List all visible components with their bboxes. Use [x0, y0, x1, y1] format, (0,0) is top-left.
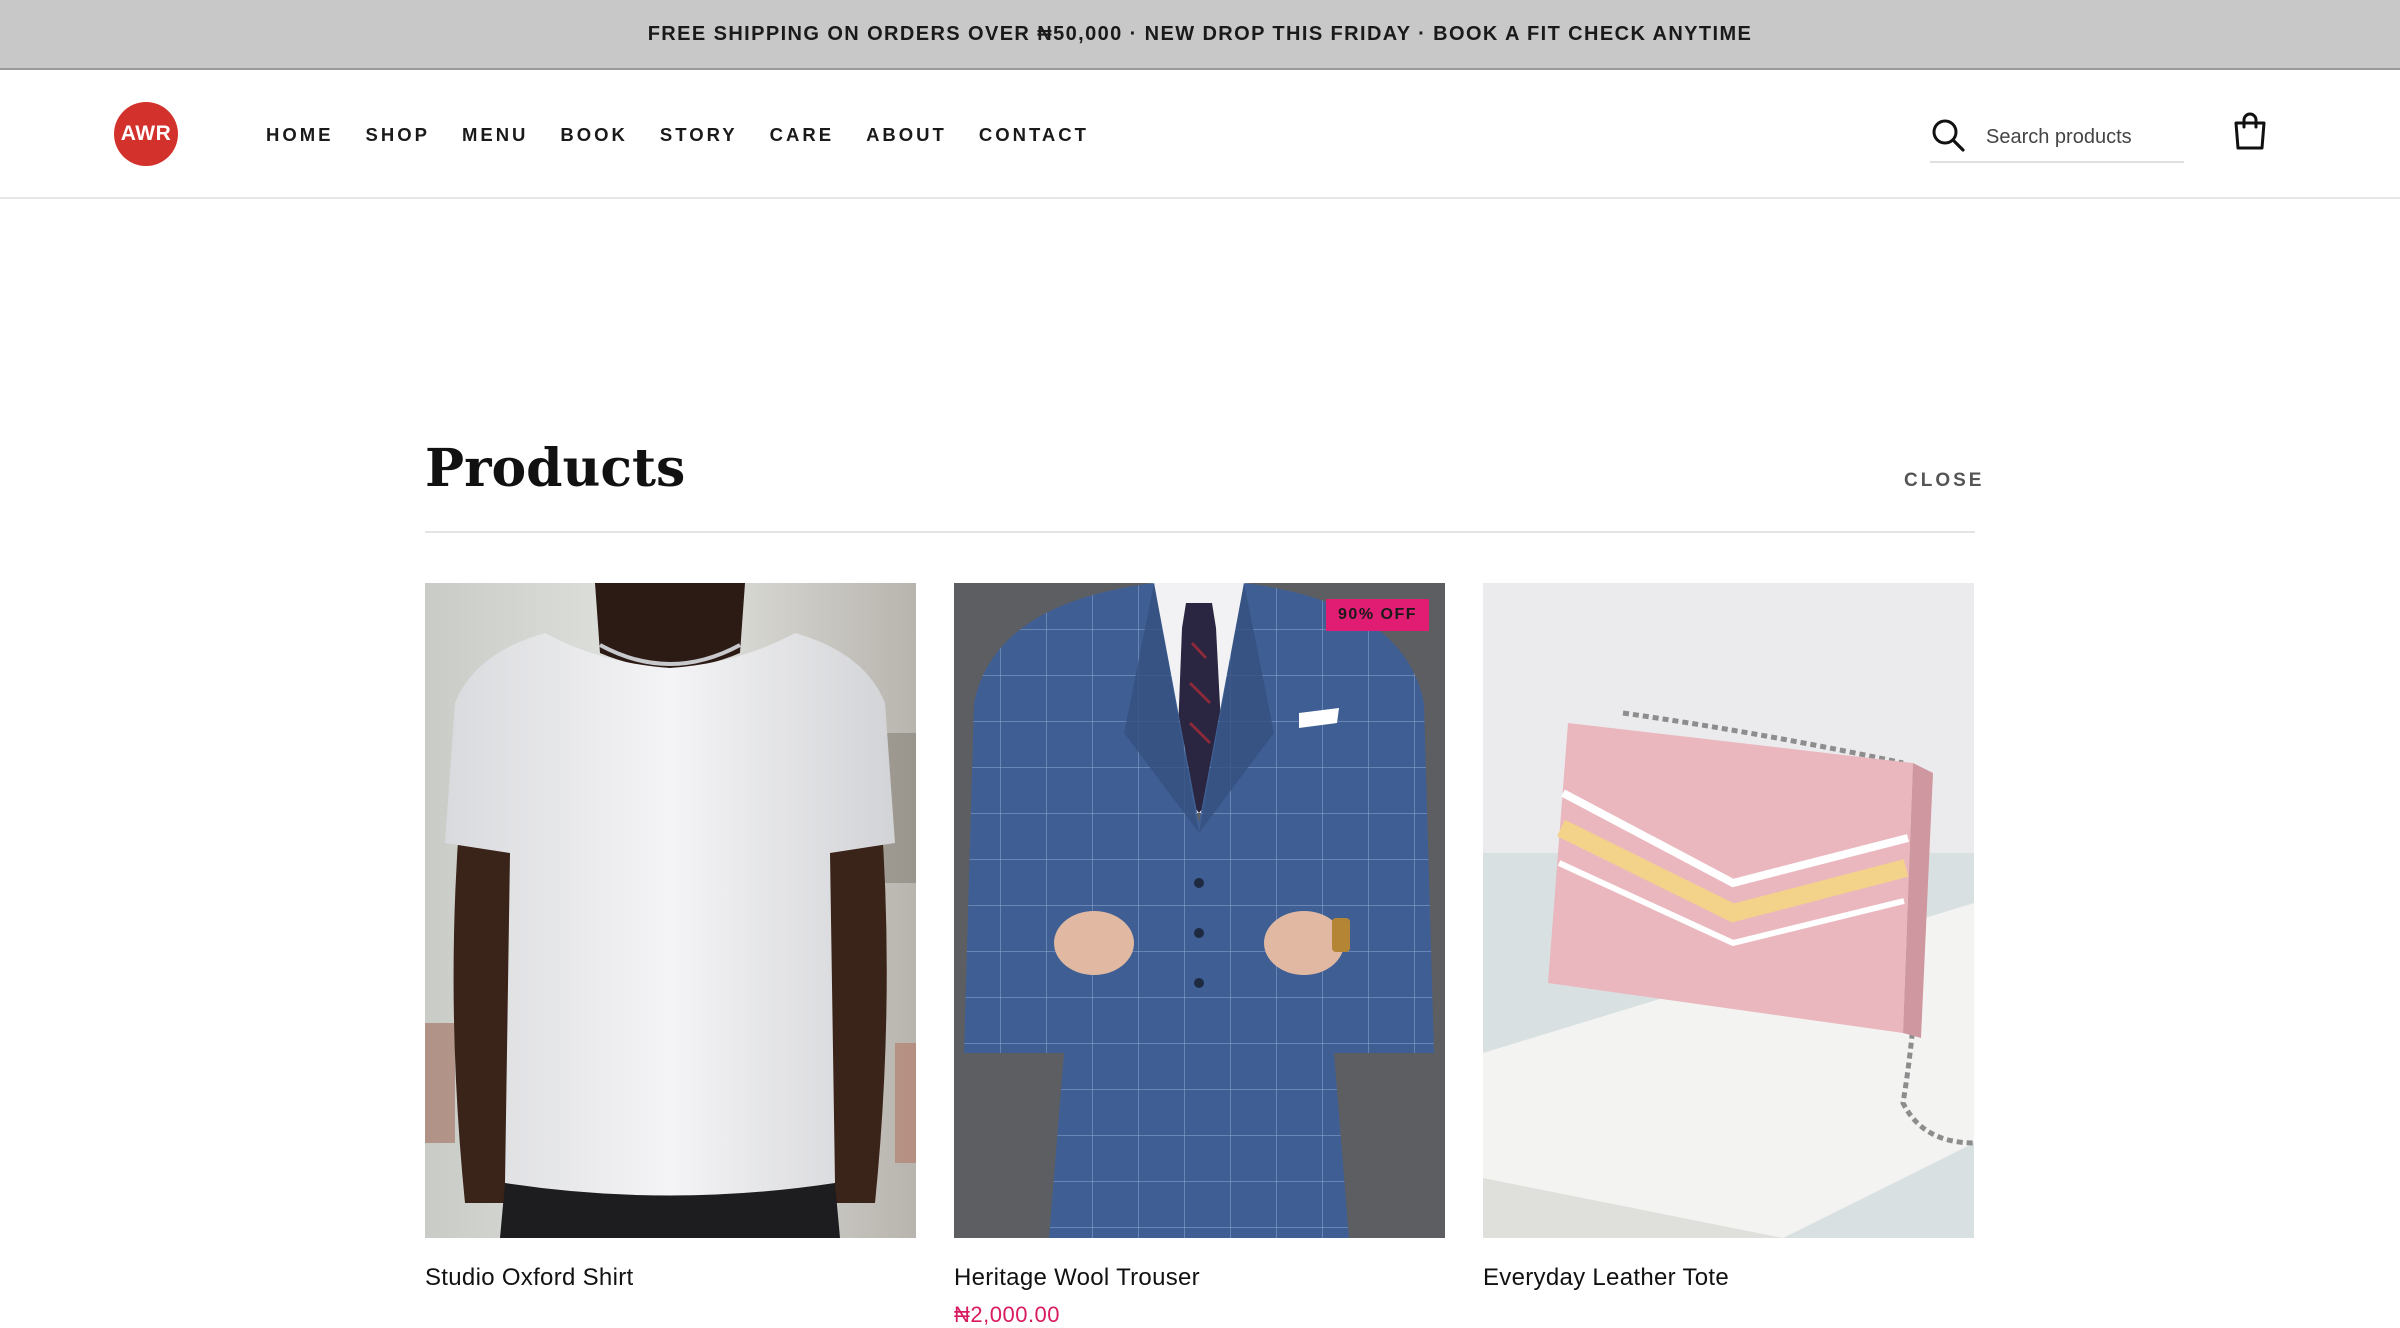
- announcement-text: FREE SHIPPING ON ORDERS OVER ₦50,000 · N…: [647, 22, 1753, 45]
- nav-care[interactable]: CARE: [770, 124, 834, 146]
- divider: [425, 531, 1975, 533]
- product-card[interactable]: Everyday Leather Tote: [1483, 583, 1974, 1292]
- page-title: Products: [425, 438, 686, 499]
- product-name[interactable]: Everyday Leather Tote: [1483, 1264, 1974, 1292]
- discount-badge: 90% OFF: [1326, 599, 1429, 631]
- product-card[interactable]: Studio Oxford Shirt: [425, 583, 916, 1292]
- nav-menu[interactable]: MENU: [462, 124, 528, 146]
- nav-book[interactable]: BOOK: [560, 124, 628, 146]
- search-input[interactable]: [1986, 125, 2176, 149]
- nav-shop[interactable]: SHOP: [366, 124, 430, 146]
- main-nav: HOME SHOP MENU BOOK STORY CARE ABOUT CON…: [266, 71, 1121, 199]
- search-icon[interactable]: [1930, 117, 1966, 158]
- close-button[interactable]: CLOSE: [1904, 470, 1984, 492]
- search-box: [1930, 113, 2184, 163]
- product-card[interactable]: 90% OFF Heritage Wool Trouser ₦2,000.00: [954, 583, 1445, 1328]
- shopping-bag-icon[interactable]: [2232, 111, 2268, 151]
- product-image-suit[interactable]: 90% OFF: [954, 583, 1445, 1238]
- nav-about[interactable]: ABOUT: [866, 124, 947, 146]
- product-name[interactable]: Heritage Wool Trouser: [954, 1264, 1445, 1292]
- logo-text: AWR: [120, 122, 172, 145]
- product-name[interactable]: Studio Oxford Shirt: [425, 1264, 916, 1292]
- announcement-bar: FREE SHIPPING ON ORDERS OVER ₦50,000 · N…: [0, 0, 2400, 70]
- product-image-tshirt[interactable]: [425, 583, 916, 1238]
- nav-story[interactable]: STORY: [660, 124, 738, 146]
- product-image-handbag[interactable]: [1483, 583, 1974, 1238]
- nav-contact[interactable]: CONTACT: [979, 124, 1089, 146]
- product-price: ₦2,000.00: [954, 1302, 1061, 1327]
- brand-logo[interactable]: AWR: [114, 102, 178, 166]
- site-header: AWR HOME SHOP MENU BOOK STORY CARE ABOUT…: [0, 71, 2400, 199]
- nav-home[interactable]: HOME: [266, 124, 334, 146]
